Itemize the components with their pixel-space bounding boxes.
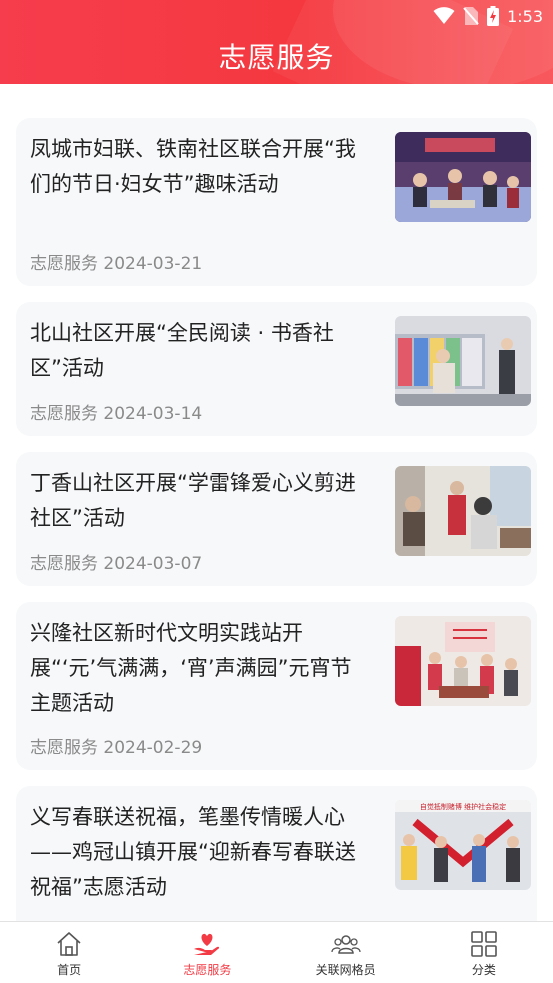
group-people-icon bbox=[330, 935, 361, 954]
battery-charging-icon bbox=[487, 6, 500, 26]
article-date: 2024-02-29 bbox=[103, 738, 203, 758]
grid-category-icon bbox=[471, 931, 497, 957]
article-meta: 志愿服务 2024-03-14 bbox=[30, 399, 202, 424]
article-category: 志愿服务 bbox=[30, 554, 98, 574]
tab-volunteer[interactable]: 志愿服务 bbox=[138, 922, 276, 983]
article-meta: 志愿服务 2024-02-29 bbox=[30, 733, 202, 758]
article-card[interactable]: 北山社区开展“全民阅读 · 书香社区”活动 志愿服务 2024-03-14 bbox=[16, 302, 537, 436]
article-date: 2024-03-07 bbox=[103, 554, 203, 574]
tab-label: 志愿服务 bbox=[183, 963, 232, 977]
wifi-icon bbox=[433, 7, 455, 24]
article-list[interactable]: 凤城市妇联、铁南社区联合开展“我们的节日·妇女节”趣味活动 志愿服务 2024-… bbox=[0, 84, 553, 921]
article-title: 北山社区开展“全民阅读 · 书香社区”活动 bbox=[30, 321, 334, 380]
article-date: 2024-03-21 bbox=[103, 254, 203, 274]
volunteer-hand-heart-icon bbox=[194, 933, 220, 955]
tab-label: 首页 bbox=[57, 963, 82, 977]
article-card[interactable]: 义写春联送祝福，笔墨传情暖人心 ——鸡冠山镇开展“迎新春写春联送祝福”志愿活动 … bbox=[16, 786, 537, 921]
no-sim-icon bbox=[463, 7, 479, 25]
article-title: 义写春联送祝福，笔墨传情暖人心 ——鸡冠山镇开展“迎新春写春联送祝福”志愿活动 bbox=[30, 805, 356, 899]
article-meta: 志愿服务 2024-03-21 bbox=[30, 249, 202, 274]
article-thumbnail bbox=[395, 316, 531, 406]
app-header: 1:53 志愿服务 bbox=[0, 0, 553, 84]
tab-label: 关联网格员 bbox=[315, 963, 376, 977]
article-title: 丁香山社区开展“学雷锋爱心义剪进社区”活动 bbox=[30, 471, 356, 530]
clock: 1:53 bbox=[507, 6, 543, 26]
article-category: 志愿服务 bbox=[30, 738, 98, 758]
article-title: 兴隆社区新时代文明实践站开展“‘元’气满满，‘宵’声满园”元宵节主题活动 bbox=[30, 621, 352, 715]
tab-grid-members[interactable]: 关联网格员 bbox=[277, 922, 415, 983]
tab-label: 分类 bbox=[471, 963, 496, 977]
article-card[interactable]: 凤城市妇联、铁南社区联合开展“我们的节日·妇女节”趣味活动 志愿服务 2024-… bbox=[16, 118, 537, 286]
tab-category[interactable]: 分类 bbox=[415, 922, 553, 983]
article-thumbnail bbox=[395, 132, 531, 222]
page-title: 志愿服务 bbox=[218, 41, 335, 74]
article-meta: 志愿服务 2024-03-07 bbox=[30, 549, 202, 574]
home-icon bbox=[57, 932, 81, 956]
article-thumbnail: 自觉抵制赌博 维护社会稳定 bbox=[395, 800, 531, 890]
article-card[interactable]: 兴隆社区新时代文明实践站开展“‘元’气满满，‘宵’声满园”元宵节主题活动 志愿服… bbox=[16, 602, 537, 770]
article-date: 2024-03-14 bbox=[103, 404, 203, 424]
article-thumbnail bbox=[395, 616, 531, 706]
tab-home[interactable]: 首页 bbox=[0, 922, 138, 983]
article-category: 志愿服务 bbox=[30, 404, 98, 424]
article-category: 志愿服务 bbox=[30, 254, 98, 274]
article-thumbnail bbox=[395, 466, 531, 556]
article-title: 凤城市妇联、铁南社区联合开展“我们的节日·妇女节”趣味活动 bbox=[30, 137, 356, 196]
status-bar: 1:53 bbox=[433, 4, 543, 28]
thumbnail-banner-text: 自觉抵制赌博 维护社会稳定 bbox=[420, 802, 506, 811]
article-card[interactable]: 丁香山社区开展“学雷锋爱心义剪进社区”活动 志愿服务 2024-03-07 bbox=[16, 452, 537, 586]
bottom-tab-bar: 首页 志愿服务 关联网格员 分类 bbox=[0, 921, 553, 983]
